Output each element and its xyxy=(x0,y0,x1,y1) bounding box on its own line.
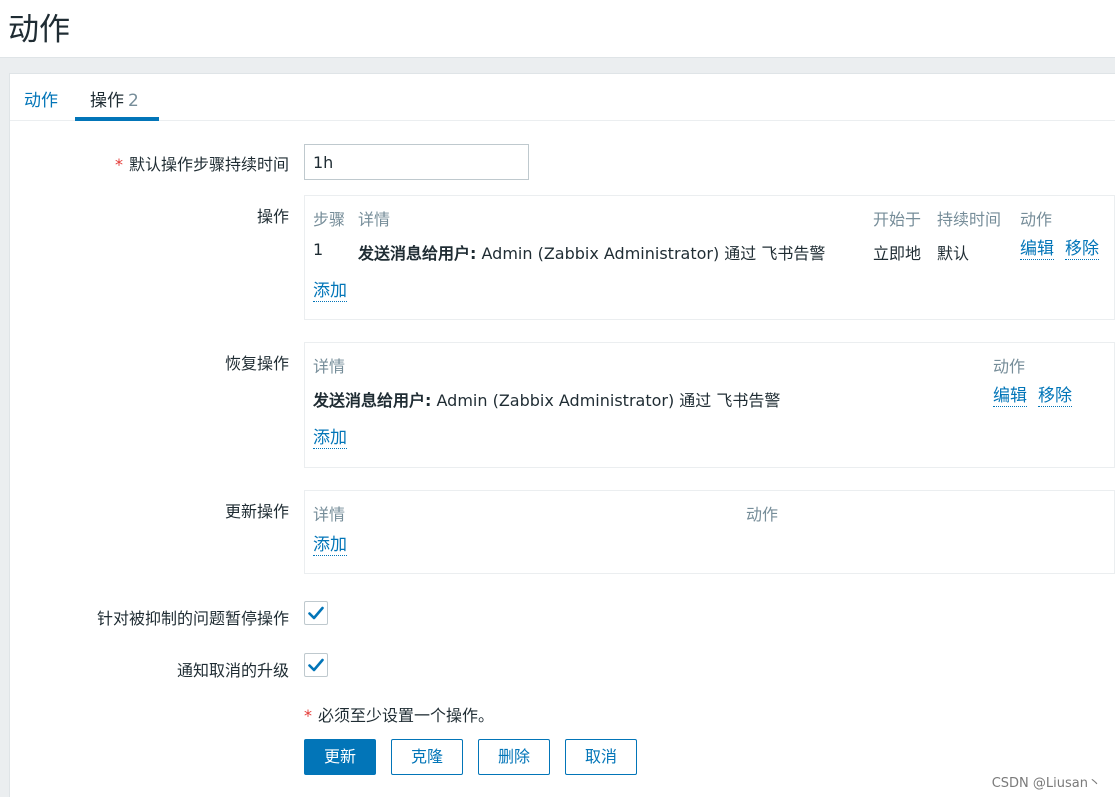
default-duration-label-text: 默认操作步骤持续时间 xyxy=(128,155,289,174)
operations-header-start: 开始于 xyxy=(873,210,922,229)
operations-label: 操作 xyxy=(256,207,289,226)
page-header: 动作 xyxy=(0,0,1115,58)
recovery-operations-label: 恢复操作 xyxy=(224,354,289,373)
pause-suppressed-label: 针对被抑制的问题暂停操作 xyxy=(96,609,289,628)
cancel-button[interactable]: 取消 xyxy=(565,739,637,775)
update-header-details: 详情 xyxy=(313,505,346,524)
notify-cancel-label: 通知取消的升级 xyxy=(176,661,289,680)
operation-start: 立即地 xyxy=(873,244,922,263)
default-duration-input[interactable] xyxy=(304,144,529,180)
required-note-text: 必须至少设置一个操作。 xyxy=(318,706,495,725)
action-form-panel: 动作 操作2 *默认操作步骤持续时间 操作 步骤 详情 开始于 持续时间 动作 … xyxy=(9,73,1115,797)
recovery-remove-link[interactable]: 移除 xyxy=(1038,386,1072,407)
page-title: 动作 xyxy=(8,12,70,48)
operation-details: 发送消息给用户: Admin (Zabbix Administrator) 通过… xyxy=(358,240,825,264)
recovery-details-target: Admin (Zabbix Administrator) 通过 飞书告警 xyxy=(431,391,781,410)
operation-details-target: Admin (Zabbix Administrator) 通过 飞书告警 xyxy=(476,244,826,263)
recovery-operations-table: 详情 动作 发送消息给用户: Admin (Zabbix Administrat… xyxy=(304,342,1115,468)
operations-header-step: 步骤 xyxy=(313,210,346,229)
required-marker: * xyxy=(304,706,312,725)
recovery-add-link[interactable]: 添加 xyxy=(313,428,347,449)
checkmark-icon xyxy=(308,606,324,620)
recovery-details: 发送消息给用户: Admin (Zabbix Administrator) 通过… xyxy=(313,387,780,411)
operations-header-details: 详情 xyxy=(358,210,391,229)
recovery-header-action: 动作 xyxy=(993,357,1026,376)
default-duration-label: * 默认操作步骤持续时间 xyxy=(115,151,289,175)
operations-header-duration: 持续时间 xyxy=(937,210,1002,229)
tab-operations[interactable]: 操作 2 xyxy=(90,86,139,111)
tab-operations-count: 2 xyxy=(128,91,139,111)
recovery-details-type: 发送消息给用户: xyxy=(313,391,432,410)
recovery-edit-link[interactable]: 编辑 xyxy=(993,386,1027,407)
required-note: * 必须至少设置一个操作。 xyxy=(304,702,494,726)
recovery-header-details: 详情 xyxy=(313,357,346,376)
update-operations-label: 更新操作 xyxy=(224,502,289,521)
notify-cancel-checkbox[interactable] xyxy=(304,653,328,677)
operation-details-type: 发送消息给用户: xyxy=(358,244,477,263)
tab-operations-label: 操作 xyxy=(90,91,124,111)
required-marker: * xyxy=(114,155,123,174)
tab-bar: 动作 操作 2 xyxy=(10,74,1115,121)
delete-button[interactable]: 删除 xyxy=(478,739,550,775)
operations-table: 步骤 详情 开始于 持续时间 动作 1 发送消息给用户: Admin (Zabb… xyxy=(304,195,1115,320)
tab-action[interactable]: 动作 xyxy=(24,86,58,111)
update-button[interactable]: 更新 xyxy=(304,739,376,775)
operation-duration: 默认 xyxy=(937,244,970,263)
checkmark-icon xyxy=(308,658,324,672)
active-tab-indicator xyxy=(75,117,159,121)
operation-step: 1 xyxy=(313,240,324,259)
operation-remove-link[interactable]: 移除 xyxy=(1065,239,1099,260)
pause-suppressed-checkbox[interactable] xyxy=(304,601,328,625)
clone-button[interactable]: 克隆 xyxy=(391,739,463,775)
operation-edit-link[interactable]: 编辑 xyxy=(1020,239,1054,260)
operations-header-action: 动作 xyxy=(1020,210,1053,229)
update-header-action: 动作 xyxy=(746,505,779,524)
operation-add-link[interactable]: 添加 xyxy=(313,281,347,302)
update-add-link[interactable]: 添加 xyxy=(313,535,347,556)
update-operations-table: 详情 动作 添加 xyxy=(304,490,1115,574)
watermark: CSDN @Liusan丶 xyxy=(991,776,1101,791)
